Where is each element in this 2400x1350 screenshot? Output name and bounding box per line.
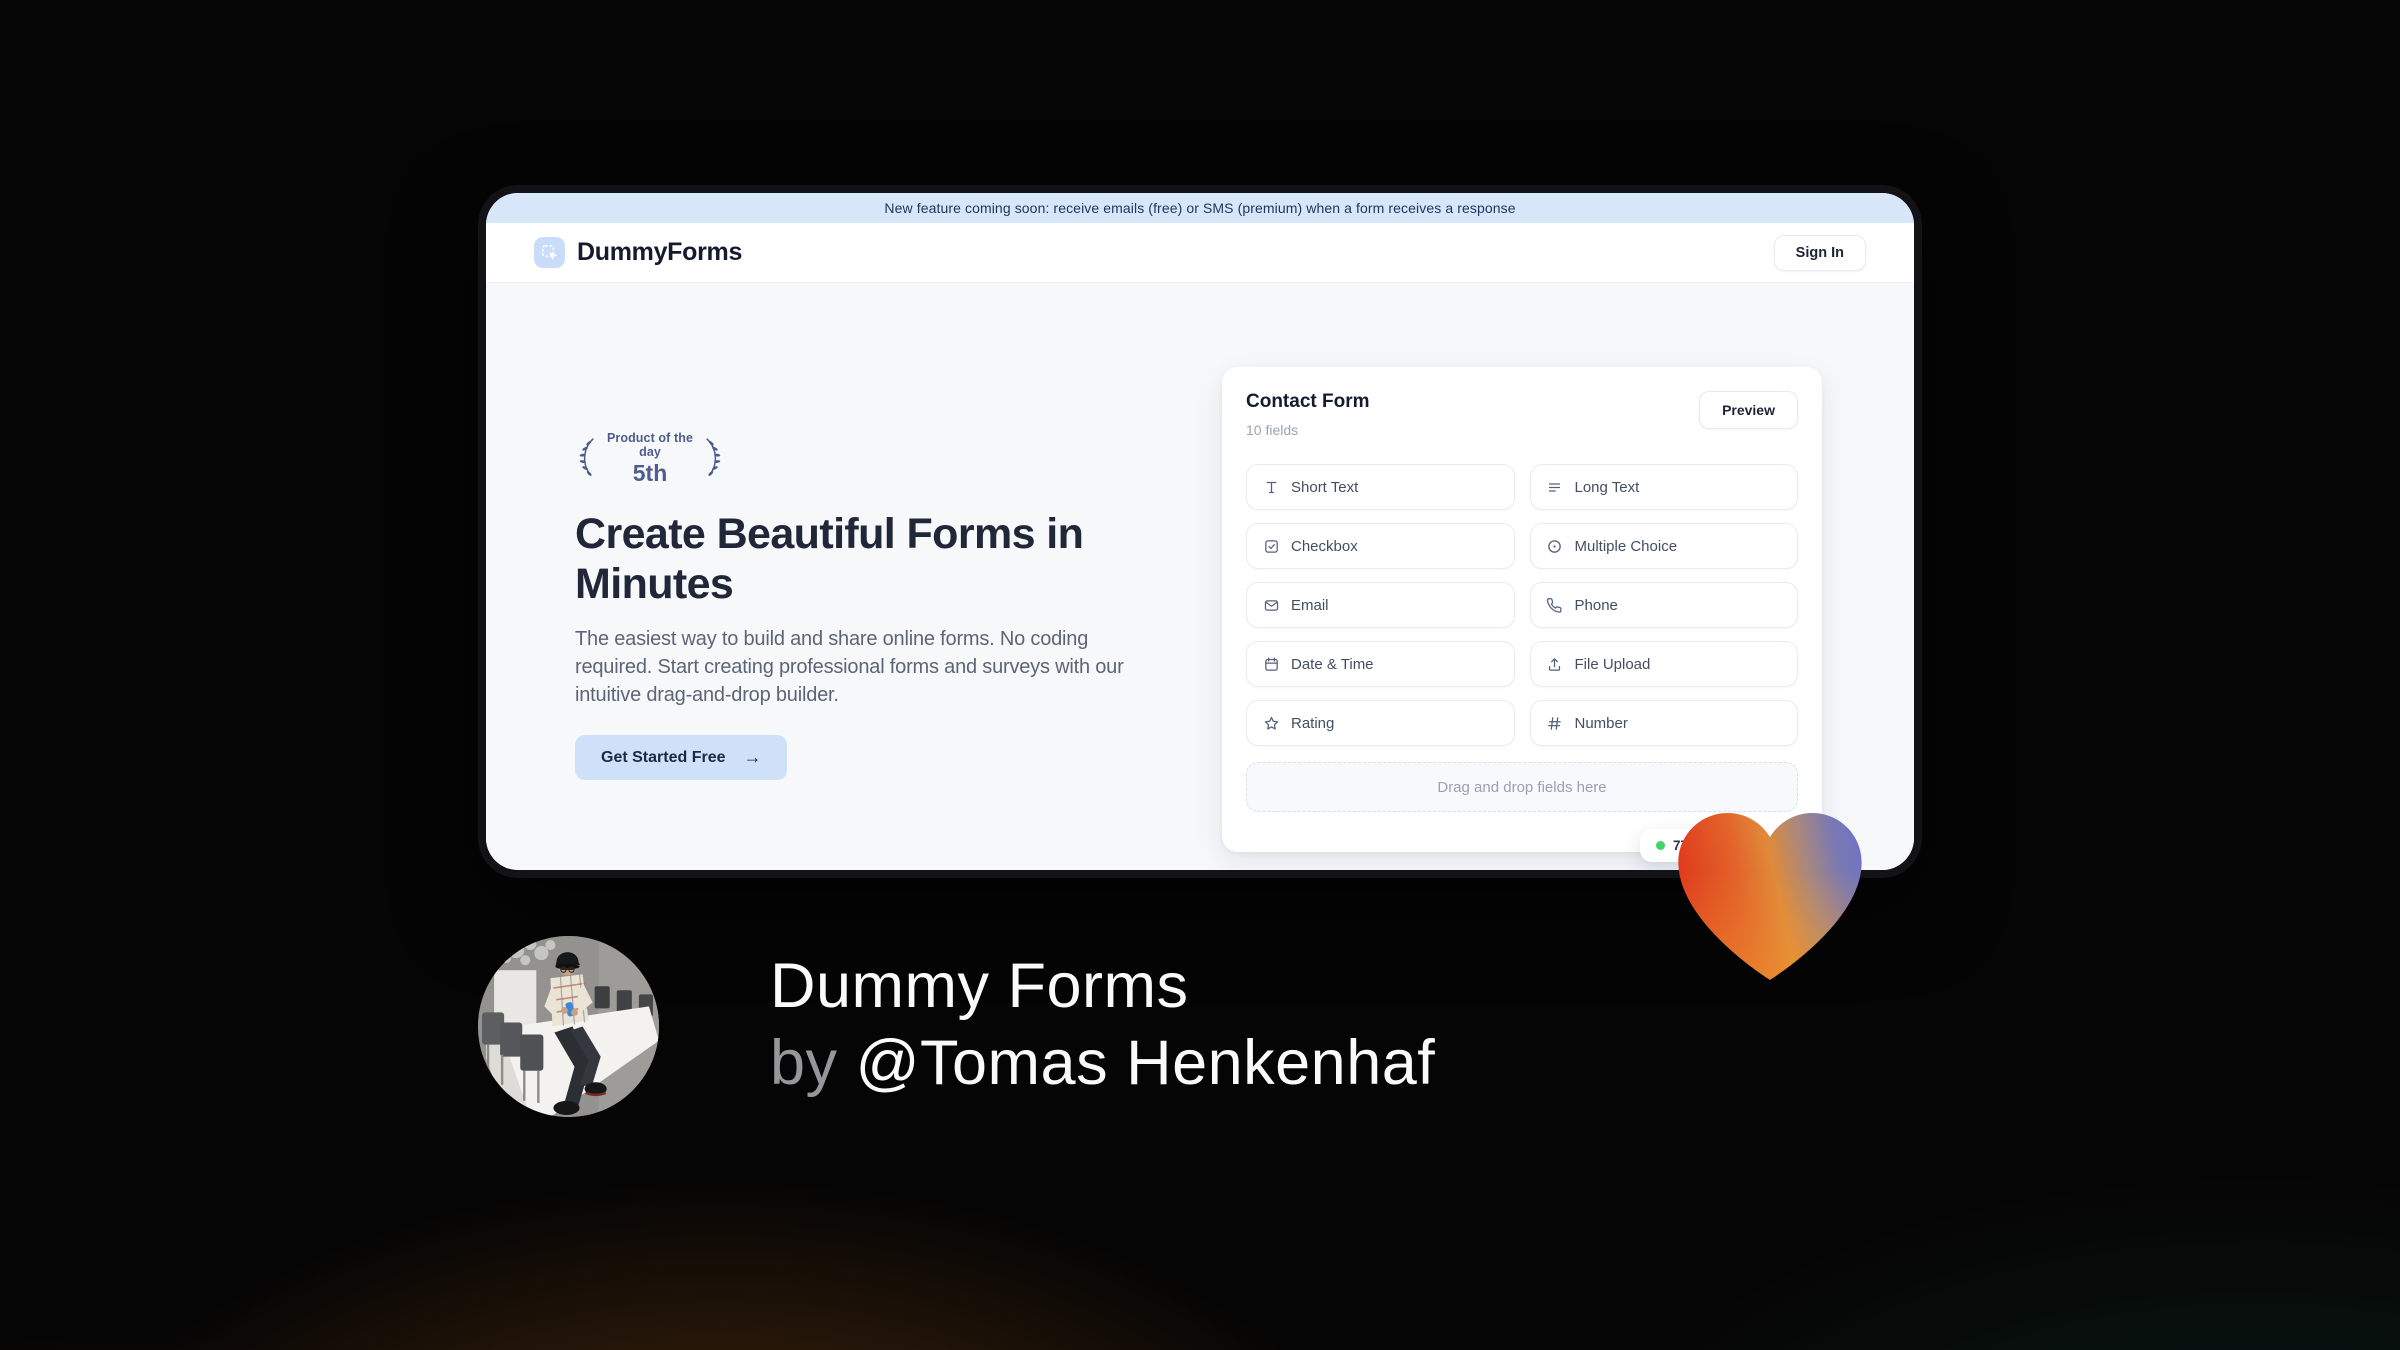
arrow-right-icon: → [743, 747, 762, 767]
announcement-text: New feature coming soon: receive emails … [884, 200, 1516, 216]
field-number[interactable]: Number [1529, 700, 1798, 746]
text-icon [1262, 478, 1280, 496]
phone-icon [1546, 596, 1564, 614]
form-title: Contact Form [1246, 391, 1370, 412]
brand-name: DummyForms [577, 238, 743, 266]
preview-button[interactable]: Preview [1699, 391, 1798, 429]
field-label: Phone [1574, 596, 1618, 614]
field-palette: Short Text Long Text Checkbox Multiple C… [1246, 464, 1798, 746]
heart-icon [1676, 808, 1864, 986]
form-field-count: 10 fields [1246, 422, 1299, 438]
checkbox-icon [1262, 537, 1280, 555]
field-label: Email [1291, 596, 1329, 614]
card-header: Contact Form 10 fields Preview [1246, 391, 1798, 438]
field-phone[interactable]: Phone [1529, 582, 1798, 628]
upload-icon [1546, 655, 1564, 673]
field-date-time[interactable]: Date & Time [1246, 641, 1515, 687]
poty-line2: 5th [632, 460, 668, 486]
hash-icon [1546, 714, 1564, 732]
field-label: Number [1574, 714, 1628, 732]
cursor-select-icon [534, 237, 565, 268]
hero-left-column: Product of the day 5th Create Beautiful … [575, 431, 1155, 780]
product-of-the-day-badge: Product of the day 5th [575, 431, 725, 487]
field-label: Checkbox [1291, 537, 1358, 555]
app-window-inner: New feature coming soon: receive emails … [486, 193, 1914, 870]
author-avatar [478, 936, 659, 1117]
dropzone-text: Drag and drop fields here [1437, 778, 1607, 796]
top-nav: DummyForms Sign In [486, 223, 1914, 283]
attribution-author: @Tomas Henkenhaf [855, 1028, 1436, 1098]
get-started-button[interactable]: Get Started Free → [575, 735, 788, 780]
field-email[interactable]: Email [1246, 582, 1515, 628]
status-dot-icon [1656, 841, 1665, 850]
attribution-title: Dummy Forms [770, 951, 1189, 1021]
calendar-icon [1262, 655, 1280, 673]
star-icon [1262, 714, 1280, 732]
attribution: Dummy Forms by @Tomas Henkenhaf [770, 948, 1435, 1102]
field-label: Long Text [1574, 478, 1640, 496]
field-label: Date & Time [1291, 655, 1374, 673]
hero-description: The easiest way to build and share onlin… [575, 628, 1124, 706]
field-label: Short Text [1291, 478, 1359, 496]
dropzone[interactable]: Drag and drop fields here [1246, 762, 1798, 812]
app-window: New feature coming soon: receive emails … [478, 185, 1922, 878]
field-long-text[interactable]: Long Text [1529, 464, 1798, 510]
lines-icon [1546, 478, 1564, 496]
poty-line1: Product of the day [606, 431, 694, 459]
brand[interactable]: DummyForms [534, 237, 742, 268]
envelope-icon [1262, 596, 1280, 614]
hero-title: Create Beautiful Forms in Minutes [575, 510, 1084, 608]
field-multiple-choice[interactable]: Multiple Choice [1529, 523, 1798, 569]
poty-text: Product of the day 5th [605, 431, 695, 487]
sign-in-button[interactable]: Sign In [1773, 234, 1866, 271]
card-header-left: Contact Form 10 fields [1246, 391, 1370, 438]
attribution-byline: by @Tomas Henkenhaf [770, 1025, 1435, 1102]
field-rating[interactable]: Rating [1246, 700, 1515, 746]
announcement-banner: New feature coming soon: receive emails … [486, 193, 1914, 223]
attribution-by: by [770, 1028, 838, 1098]
field-short-text[interactable]: Short Text [1246, 464, 1515, 510]
hero-section: Product of the day 5th Create Beautiful … [486, 283, 1914, 870]
field-file-upload[interactable]: File Upload [1529, 641, 1798, 687]
form-builder-card: Contact Form 10 fields Preview Short Tex… [1222, 367, 1822, 862]
field-label: File Upload [1574, 655, 1651, 673]
field-label: Multiple Choice [1574, 537, 1678, 555]
cta-label: Get Started Free [601, 748, 726, 766]
field-label: Rating [1291, 714, 1335, 732]
radio-icon [1546, 537, 1564, 555]
laurel-right-icon [703, 434, 725, 485]
field-checkbox[interactable]: Checkbox [1246, 523, 1515, 569]
laurel-left-icon [575, 434, 597, 485]
